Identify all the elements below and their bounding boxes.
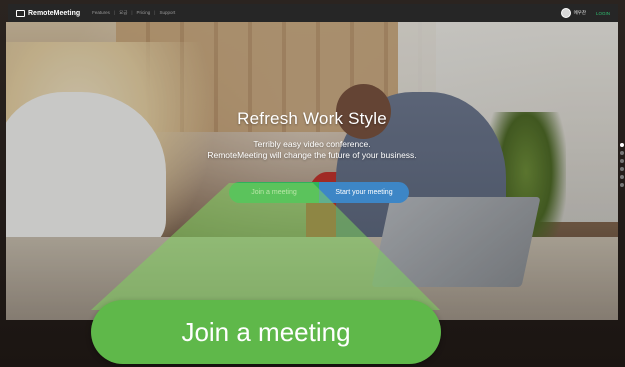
nav-link-korean[interactable]: 요금 bbox=[119, 10, 127, 16]
slide-dot[interactable] bbox=[620, 183, 624, 187]
slide-dot[interactable] bbox=[620, 159, 624, 163]
logo-text: RemoteMeeting bbox=[28, 9, 81, 17]
hero-section: Refresh Work Style Terribly easy video c… bbox=[6, 22, 618, 320]
logo[interactable]: RemoteMeeting bbox=[16, 9, 81, 17]
top-navigation-bar: RemoteMeeting Features | 요금 | Pricing | … bbox=[8, 4, 618, 22]
nav-link-features[interactable]: Features bbox=[92, 10, 110, 16]
nav-separator: | bbox=[113, 10, 116, 15]
join-meeting-button[interactable]: Join a meeting bbox=[229, 182, 319, 203]
slide-pagination bbox=[620, 143, 625, 191]
hero-title: Refresh Work Style bbox=[237, 109, 387, 128]
hero-overlay bbox=[6, 22, 618, 320]
slide-dot[interactable] bbox=[620, 167, 624, 171]
monitor-icon bbox=[16, 9, 25, 17]
nav-links: Features | 요금 | Pricing | Support bbox=[92, 10, 179, 16]
nav-separator: | bbox=[154, 10, 156, 15]
avatar[interactable] bbox=[560, 8, 571, 18]
zoomed-join-meeting-button[interactable]: Join a meeting bbox=[91, 300, 441, 364]
cta-button-group: Join a meeting Start your meeting bbox=[229, 182, 409, 203]
slide-dot[interactable] bbox=[620, 175, 624, 179]
login-link[interactable]: LOGIN bbox=[596, 11, 610, 16]
hero-subtitle-line2: RemoteMeeting will change the future of … bbox=[207, 150, 417, 160]
hero-subtitle-line1: Terribly easy video conference. bbox=[253, 139, 371, 149]
start-meeting-button[interactable]: Start your meeting bbox=[319, 182, 409, 203]
nav-link-support[interactable]: Support bbox=[159, 10, 175, 16]
user-area: 에우찬 LOGIN bbox=[560, 8, 610, 18]
slide-dot[interactable] bbox=[620, 151, 624, 155]
slide-dot[interactable] bbox=[620, 143, 624, 147]
username[interactable]: 에우찬 bbox=[574, 10, 586, 16]
browser-frame: RemoteMeeting Features | 요금 | Pricing | … bbox=[0, 0, 625, 367]
nav-link-pricing[interactable]: Pricing bbox=[137, 10, 151, 16]
nav-separator: | bbox=[131, 10, 133, 15]
